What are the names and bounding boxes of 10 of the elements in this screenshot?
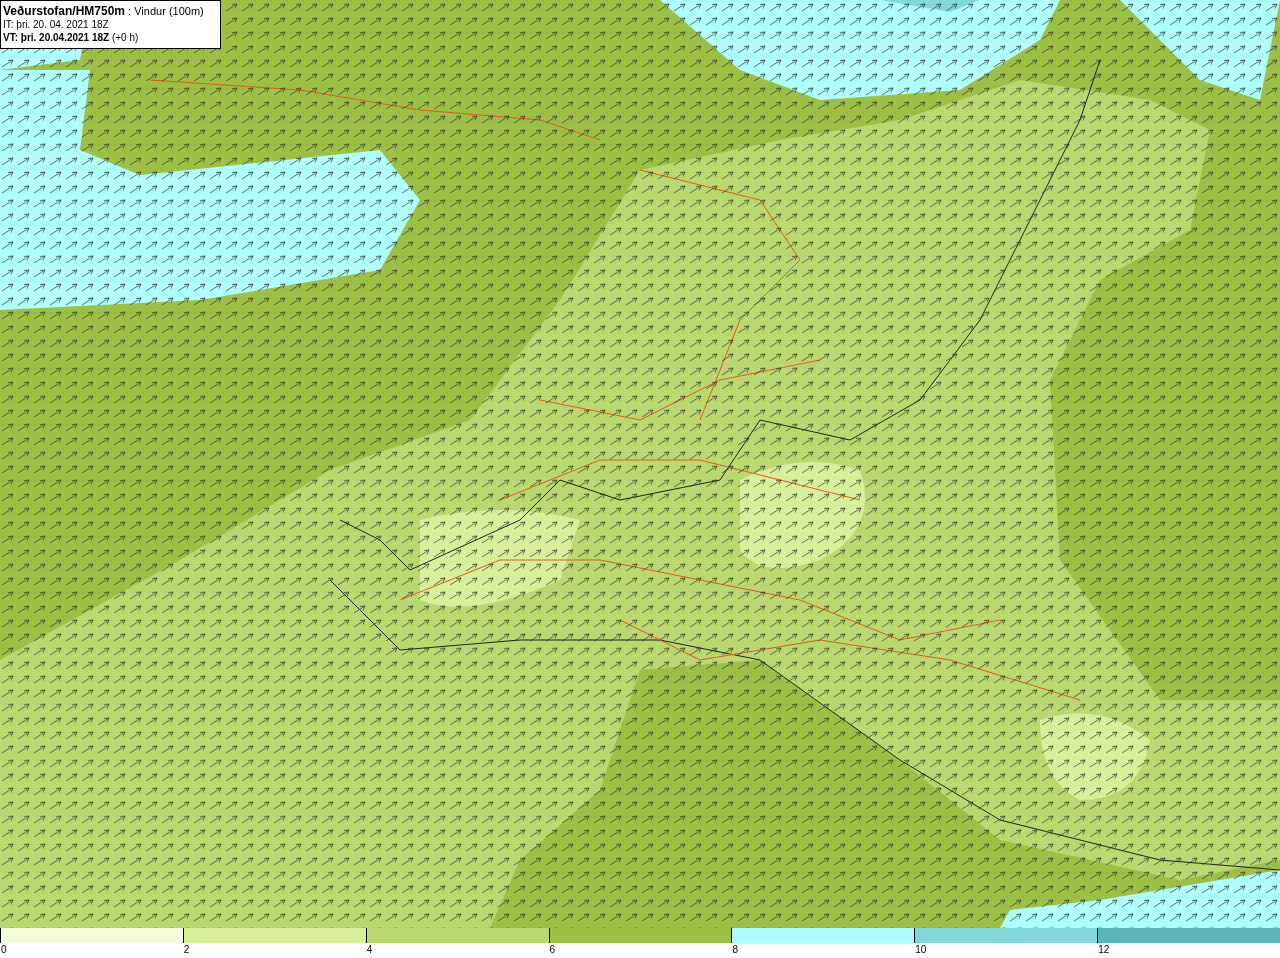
legend-label: 10 [914, 943, 927, 956]
map-title: Veðurstofan/HM750m : Vindur (100m) [3, 5, 205, 18]
legend-label: 2 [182, 943, 190, 956]
legend-label: 0 [0, 943, 7, 956]
legend-label: 6 [548, 943, 556, 956]
valid-time-text: VT: þri. 20.04.2021 18Z (+0 h) [3, 31, 140, 44]
issue-time-text: IT: þri. 20. 04. 2021 18Z [3, 18, 110, 31]
legend-label: 12 [1097, 943, 1110, 956]
legend-label: 8 [731, 943, 738, 956]
legend-label: 4 [365, 943, 373, 956]
